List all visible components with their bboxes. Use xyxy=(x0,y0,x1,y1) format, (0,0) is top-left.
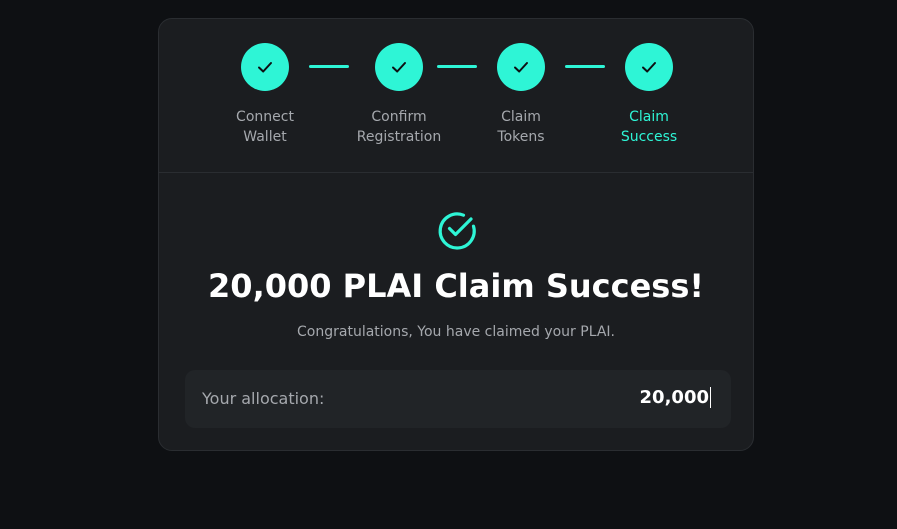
step-label: Claim Tokens xyxy=(497,109,545,145)
step-complete-marker xyxy=(375,43,423,91)
progress-stepper: Connect Wallet Confirm Registration Clai… xyxy=(159,19,753,173)
claim-card: Connect Wallet Confirm Registration Clai… xyxy=(158,18,754,451)
allocation-label: Your allocation: xyxy=(202,389,325,408)
step-complete-marker xyxy=(497,43,545,91)
check-icon xyxy=(514,62,528,73)
claim-success-title: 20,000 PLAI Claim Success! xyxy=(208,267,704,305)
step-connect-wallet: Connect Wallet xyxy=(205,43,325,147)
step-complete-marker xyxy=(625,43,673,91)
allocation-value: 20,000 xyxy=(639,387,711,408)
step-claim-tokens: Claim Tokens xyxy=(461,43,581,147)
check-icon xyxy=(258,62,272,73)
allocation-panel: Your allocation: 20,000 xyxy=(185,370,731,428)
step-confirm-registration: Confirm Registration xyxy=(339,43,459,147)
step-complete-marker xyxy=(241,43,289,91)
check-circle-icon xyxy=(438,212,476,250)
step-label: Confirm Registration xyxy=(356,109,442,145)
check-icon xyxy=(642,62,656,73)
claim-success-subtitle: Congratulations, You have claimed your P… xyxy=(297,324,615,340)
step-label: Claim Success xyxy=(620,109,678,145)
step-claim-success: Claim Success xyxy=(589,43,709,147)
check-icon xyxy=(392,62,406,73)
step-label: Connect Wallet xyxy=(236,109,294,145)
